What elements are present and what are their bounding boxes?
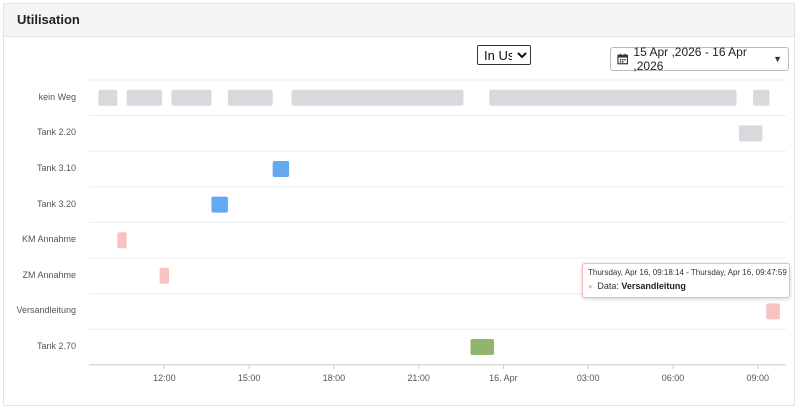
timeline-segment-kein-weg[interactable]: [126, 89, 162, 106]
timeline-segment-km-annahme[interactable]: [117, 232, 127, 249]
timeline-chart: [89, 79, 786, 369]
timeline-segment-kein-weg[interactable]: [98, 89, 118, 106]
tooltip-value: Versandleitung: [621, 281, 686, 291]
timeline-segment-kein-weg[interactable]: [489, 89, 737, 106]
timeline-segment-kein-weg[interactable]: [171, 89, 212, 106]
segment-tooltip: Thursday, Apr 16, 09:18:14 - Thursday, A…: [582, 263, 790, 298]
tooltip-body: ● Data: Versandleitung: [588, 281, 784, 291]
tooltip-time-range: Thursday, Apr 16, 09:18:14 - Thursday, A…: [588, 268, 787, 277]
timeline-segment-tank-2-70[interactable]: [470, 339, 495, 355]
series-dot-icon: ●: [588, 282, 593, 291]
timeline-segment-kein-weg[interactable]: [291, 89, 464, 106]
timeline-segment-zm-annahme[interactable]: [159, 267, 170, 284]
tooltip-label: Data:: [597, 281, 619, 291]
timeline-segment-tank-3-20[interactable]: [211, 196, 228, 213]
timeline-segment-kein-weg[interactable]: [227, 89, 273, 106]
timeline-segment-tank-2-20[interactable]: [738, 125, 763, 142]
timeline-segment-kein-weg[interactable]: [753, 89, 770, 106]
timeline-segment-versandleitung[interactable]: [766, 303, 780, 320]
timeline-segment-tank-3-10[interactable]: [272, 161, 290, 177]
